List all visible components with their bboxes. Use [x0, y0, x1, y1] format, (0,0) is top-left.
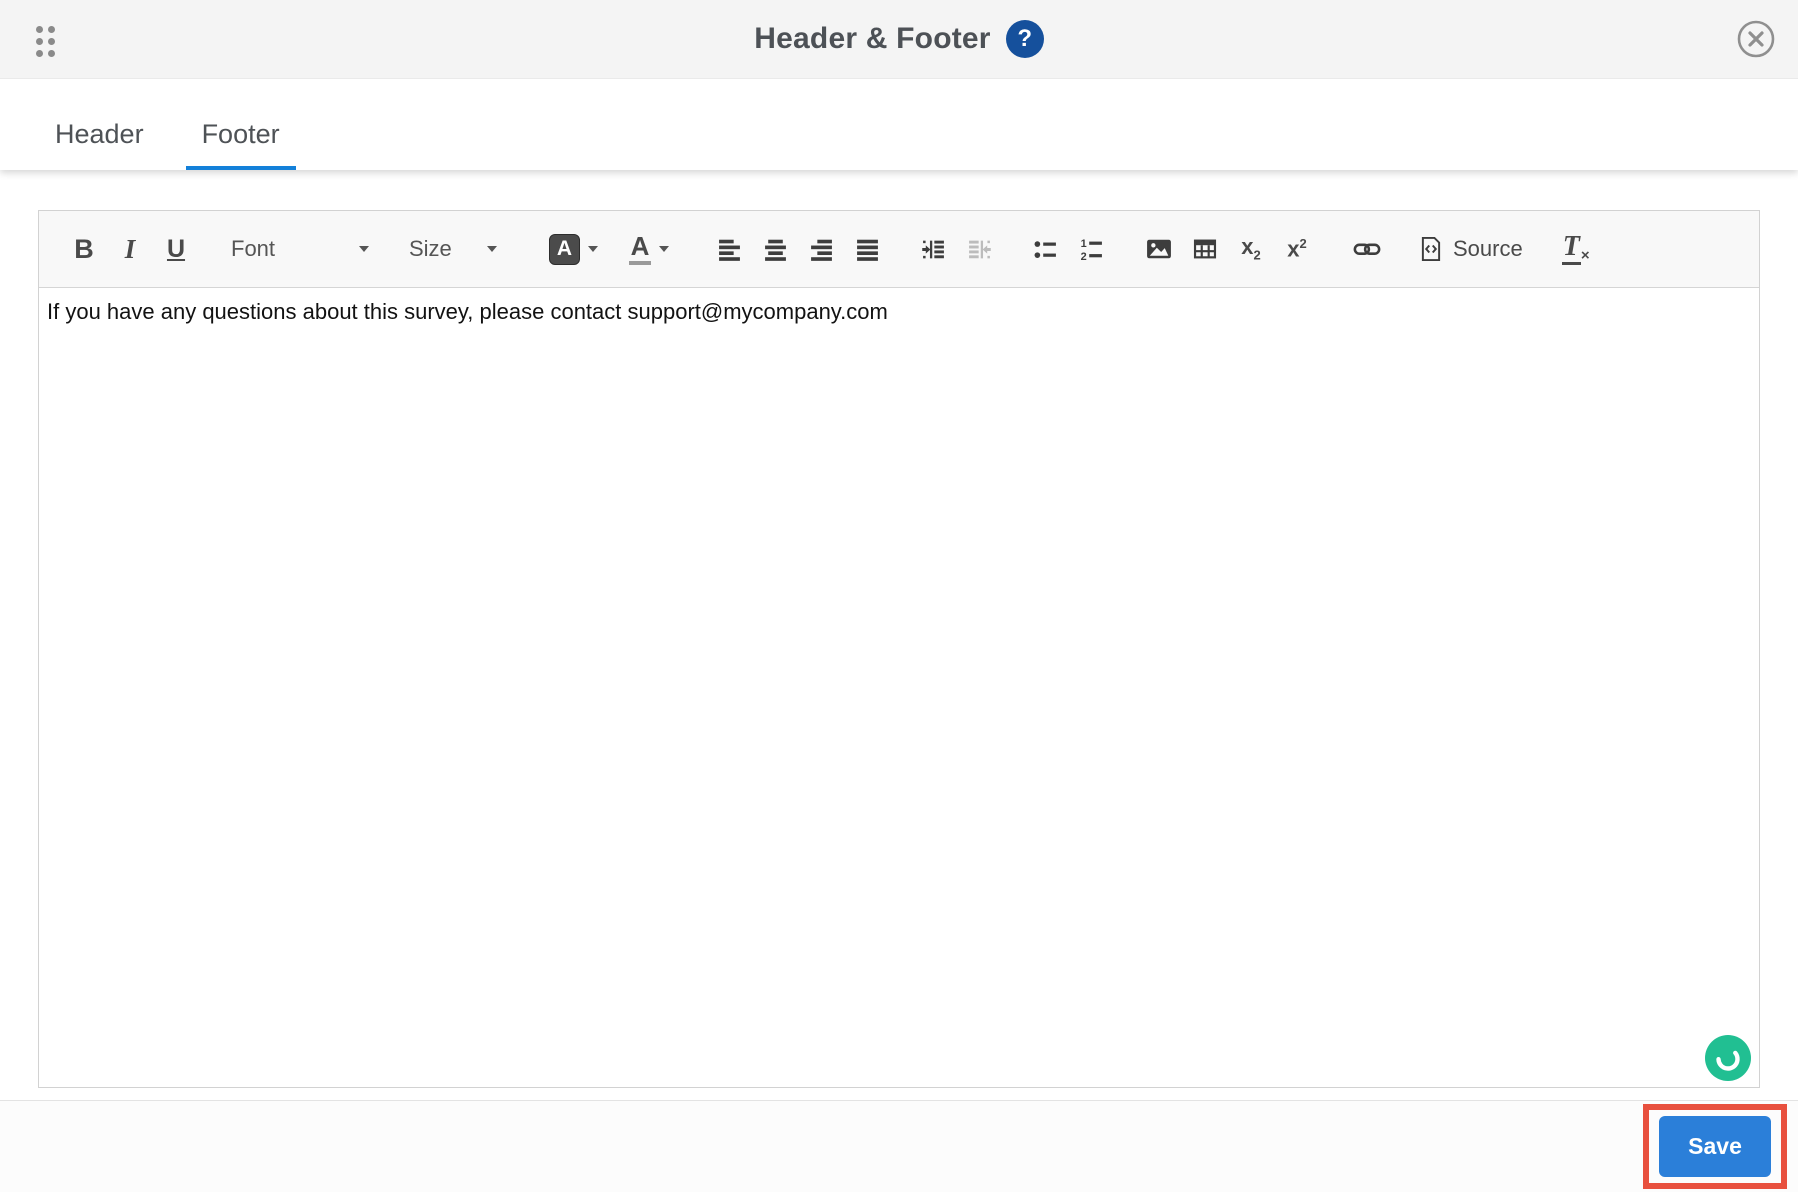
tab-bar: Header Footer [0, 79, 1798, 170]
automatic-color-icon: A [549, 233, 580, 265]
tab-header[interactable]: Header [39, 119, 160, 170]
title-row: Header & Footer ? [754, 20, 1044, 58]
automatic-color-button[interactable]: A [547, 225, 600, 273]
text-color-icon: A [628, 233, 652, 265]
dialog-title: Header & Footer [754, 22, 991, 55]
text-color-button[interactable]: A [626, 225, 672, 273]
bullet-list-button[interactable] [1022, 225, 1068, 273]
numbered-list-button[interactable]: 1 2 [1068, 225, 1114, 273]
italic-icon: I [124, 233, 136, 264]
svg-text:2: 2 [1080, 250, 1086, 261]
table-icon [1193, 239, 1217, 259]
tab-footer[interactable]: Footer [185, 119, 296, 170]
size-dropdown-label: Size [409, 236, 452, 261]
source-button[interactable]: Source [1416, 225, 1525, 273]
save-button[interactable]: Save [1659, 1116, 1771, 1177]
insert-table-button[interactable] [1182, 225, 1228, 273]
close-button[interactable] [1736, 19, 1776, 59]
align-right-icon [810, 239, 832, 261]
source-icon [1421, 236, 1441, 262]
link-icon [1353, 243, 1381, 255]
align-left-button[interactable] [706, 225, 752, 273]
caret-down-icon [487, 246, 497, 252]
size-dropdown[interactable]: Size [403, 225, 503, 273]
align-left-icon [718, 239, 740, 261]
caret-down-icon [588, 246, 598, 252]
outdent-button[interactable] [956, 225, 1002, 273]
justify-button[interactable] [844, 225, 890, 273]
insert-image-button[interactable] [1136, 225, 1182, 273]
source-button-label: Source [1453, 236, 1523, 261]
caret-down-icon [659, 246, 670, 252]
svg-text:1: 1 [1080, 238, 1086, 250]
dialog-body: B I U Font Size A A 1 2 x2 x2 Source T ×… [0, 170, 1798, 1100]
align-right-button[interactable] [798, 225, 844, 273]
superscript-icon: x2 [1287, 236, 1307, 262]
align-center-icon [764, 239, 786, 261]
feedback-smile-icon [1705, 1035, 1751, 1081]
remove-format-button[interactable]: T × [1553, 225, 1599, 273]
annotation-highlight-box: Save [1643, 1104, 1787, 1189]
bold-icon: B [74, 233, 94, 264]
help-icon[interactable]: ? [1005, 20, 1044, 58]
subscript-icon: x2 [1241, 234, 1261, 263]
remove-format-icon: T [1561, 233, 1581, 265]
drag-handle-icon[interactable] [36, 26, 55, 57]
superscript-button[interactable]: x2 [1274, 225, 1320, 273]
underline-button[interactable]: U [153, 225, 199, 273]
justify-icon [856, 239, 878, 261]
font-dropdown[interactable]: Font [225, 225, 375, 273]
dialog-footer: Save [0, 1100, 1798, 1192]
bold-button[interactable]: B [61, 225, 107, 273]
insert-link-button[interactable] [1344, 225, 1390, 273]
font-dropdown-label: Font [231, 236, 276, 261]
editor-toolbar: B I U Font Size A A 1 2 x2 x2 Source T × [39, 211, 1759, 288]
image-icon [1147, 239, 1171, 259]
indent-button[interactable] [910, 225, 956, 273]
indent-icon [921, 240, 944, 258]
italic-button[interactable]: I [107, 225, 153, 273]
outdent-icon [968, 240, 991, 258]
close-icon [1737, 20, 1775, 58]
feedback-bubble-button[interactable] [1705, 1035, 1751, 1081]
editor-content-area[interactable]: If you have any questions about this sur… [39, 288, 1759, 1087]
rich-text-editor: B I U Font Size A A 1 2 x2 x2 Source T ×… [38, 210, 1760, 1088]
bullet-list-icon [1034, 240, 1056, 258]
align-center-button[interactable] [752, 225, 798, 273]
caret-down-icon [359, 246, 369, 252]
underline-icon: U [166, 234, 186, 263]
dialog-titlebar: Header & Footer ? [0, 0, 1798, 79]
numbered-list-icon: 1 2 [1080, 238, 1102, 262]
subscript-button[interactable]: x2 [1228, 225, 1274, 273]
dialog-header: Header & Footer ? Header Footer [0, 0, 1798, 170]
